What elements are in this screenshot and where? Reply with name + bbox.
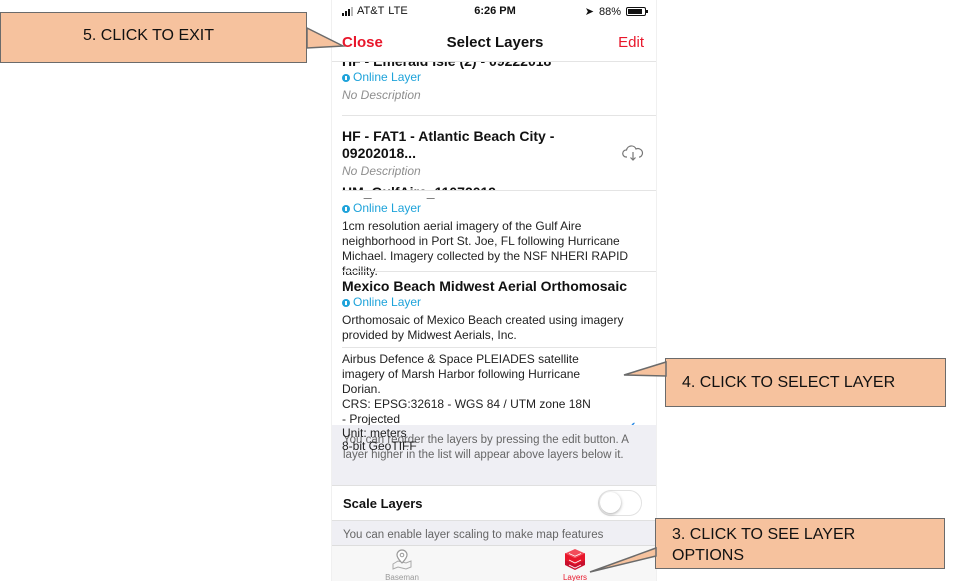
callout-options-pointer <box>589 546 657 573</box>
